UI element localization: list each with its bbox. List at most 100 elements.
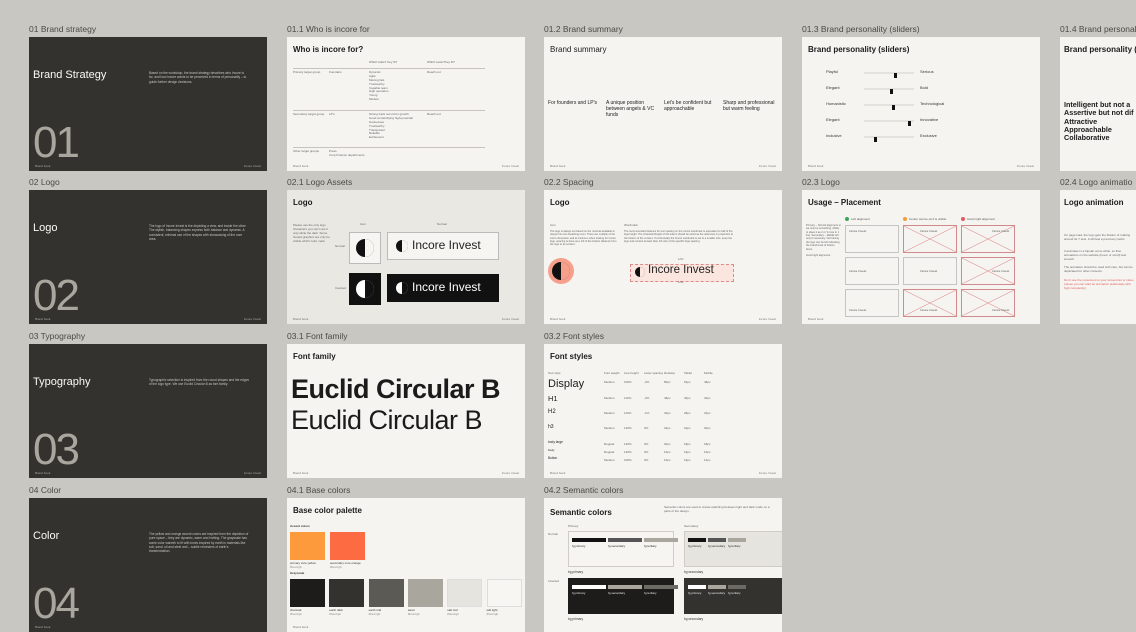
- slide-color-section[interactable]: Color The yellow and orange accent color…: [29, 498, 267, 632]
- slide-base-colors[interactable]: Base color palette Accent colors Graysca…: [287, 498, 525, 632]
- slider-handle[interactable]: [890, 89, 893, 94]
- logo-mark-icon: [396, 240, 408, 252]
- semantic-color-card[interactable]: fg primary fg secondary fg tertiary: [684, 531, 782, 567]
- table-row: body large: [548, 440, 563, 444]
- table-cell: 48px: [704, 380, 711, 384]
- color-bar: [644, 585, 678, 589]
- cross-icon: [961, 217, 965, 221]
- usage-description: Primary – Not left alignment or we only …: [806, 224, 842, 258]
- footer-right: Incore Invest: [758, 317, 776, 321]
- slide-label: 01.4 Brand personality (a: [1060, 24, 1136, 34]
- color-bar: [688, 585, 706, 589]
- slide-brand-personality-a[interactable]: Brand personality (a Intelligent but not…: [1060, 37, 1136, 171]
- column-header: Icon: [550, 223, 556, 227]
- fg-label: fg secondary: [608, 544, 626, 548]
- slider-right-label: Technological: [920, 101, 945, 106]
- slide-logo-animation[interactable]: Logo animation On page load, the logo ge…: [1060, 190, 1136, 324]
- slider-right-label: Serious: [920, 69, 934, 74]
- footer-left: Brand book: [550, 471, 566, 475]
- logo-wordmark-text: Incore Invest: [412, 238, 481, 252]
- fg-label: fg primary: [572, 591, 586, 595]
- logo-wordmark-normal[interactable]: Incore Invest: [387, 232, 499, 260]
- slide-title: Logo: [550, 198, 570, 207]
- personality-slider[interactable]: Playful Serious: [826, 69, 966, 78]
- column-header: Primary: [568, 524, 579, 528]
- footer-left: Brand book: [35, 317, 51, 321]
- animation-text: On page load, the logo gets the illusion…: [1064, 233, 1131, 241]
- table-cell: 0%: [644, 426, 649, 430]
- slide-logo-assets[interactable]: Logo Please use the only logo characters…: [287, 190, 525, 324]
- personality-slider[interactable]: Humanistic Technological: [826, 101, 966, 110]
- slide-label: 03.2 Font styles: [544, 331, 605, 341]
- semantic-color-card[interactable]: fg primary fg secondary fg tertiary: [568, 578, 678, 614]
- logo-mark-icon: [356, 280, 374, 298]
- semantic-color-card[interactable]: fg primary fg secondary fg tertiary: [568, 531, 678, 567]
- slider-handle[interactable]: [873, 137, 877, 142]
- fg-label: fg tertiary: [728, 591, 741, 595]
- swatch-value: #hex/rgb: [407, 612, 420, 616]
- target-group: Primary target group: [293, 70, 321, 74]
- table-row: body: [548, 448, 555, 452]
- logo-icon-normal[interactable]: [349, 232, 381, 264]
- table-cell: 16px: [684, 458, 691, 462]
- color-bar: [608, 585, 642, 589]
- table-cell: 120%: [624, 426, 632, 430]
- slider-handle[interactable]: [907, 121, 911, 126]
- table-cell: 22px: [684, 426, 691, 430]
- slider-right-label: Bold: [920, 85, 929, 90]
- color-swatch[interactable]: [330, 532, 365, 560]
- target-traits: Dynamic Agile Moving fast Trustworthy Ca…: [369, 70, 389, 102]
- footer-right: Incore Invest: [243, 164, 261, 168]
- slide-semantic-colors[interactable]: Semantic colors Semantic colors are used…: [544, 498, 782, 632]
- color-swatch[interactable]: [486, 579, 522, 607]
- logo-wordmark-inverted[interactable]: Incore Invest: [387, 274, 499, 302]
- spacing-dimension: 1/2x: [678, 280, 684, 284]
- divider: [293, 110, 485, 111]
- placement-example: Incore Invest: [961, 289, 1015, 317]
- slider-handle[interactable]: [891, 105, 895, 110]
- color-swatch[interactable]: [290, 532, 325, 560]
- slide-spacing[interactable]: Logo Icon Wordmark The logo is always se…: [544, 190, 782, 324]
- color-bar: [572, 538, 606, 542]
- color-swatch[interactable]: [329, 579, 365, 607]
- slide-brand-summary[interactable]: Brand summary For founders and LP's A un…: [544, 37, 782, 171]
- color-swatch[interactable]: [447, 579, 483, 607]
- row-label: Inverted: [548, 579, 559, 583]
- personality-slider[interactable]: Elegant Bold: [826, 85, 966, 94]
- color-bar: [708, 585, 726, 589]
- slider-handle[interactable]: [893, 73, 897, 78]
- slide-typography-section[interactable]: Typography Typographic selection is insp…: [29, 344, 267, 478]
- warning-icon: [903, 217, 907, 221]
- footer-right: Incore Invest: [501, 317, 519, 321]
- color-swatch[interactable]: [290, 579, 325, 607]
- footer-right: Incore Invest: [501, 471, 519, 475]
- logo-wordmark-text: Incore Invest: [648, 264, 714, 276]
- logo-wordmark-text: Incore Invest: [412, 280, 481, 294]
- animation-note: Don't use the movement to your screensho…: [1064, 278, 1134, 290]
- semantic-color-card[interactable]: fg primary fg secondary fg tertiary: [684, 578, 782, 614]
- summary-item: Let's be confident but approachable: [664, 100, 712, 112]
- footer-left: Brand book: [35, 164, 51, 168]
- slide-label: 01.3 Brand personality (sliders): [802, 24, 920, 34]
- table-cell: -2%: [644, 396, 650, 400]
- slide-logo-section[interactable]: Logo The logo of Incore Invest is the de…: [29, 190, 267, 324]
- table-header: Mobile: [704, 371, 713, 375]
- personality-slider[interactable]: Elegant Innovative: [826, 117, 966, 126]
- slider-left-label: Humanistic: [826, 101, 846, 106]
- slider-track: [864, 104, 914, 110]
- slide-who-is-incore-for[interactable]: Who is incore for? Which traits? Key fit…: [287, 37, 525, 171]
- slide-brand-personality-sliders[interactable]: Brand personality (sliders) Playful Serio…: [802, 37, 1040, 171]
- footer-left: Brand book: [293, 317, 309, 321]
- section-description: The logo of Incore Invest is the depicti…: [149, 224, 247, 241]
- personality-slider[interactable]: Inclusive Exclusive: [826, 133, 966, 142]
- placement-example: Incore Invest: [961, 257, 1015, 285]
- table-header: Font weight: [604, 371, 620, 375]
- mini-logo: Incore Invest: [849, 229, 867, 233]
- logo-icon-inverted[interactable]: [349, 273, 381, 305]
- slide-font-family[interactable]: Font family Euclid Circular B Euclid Cir…: [287, 344, 525, 478]
- color-swatch[interactable]: [368, 579, 404, 607]
- slide-brand-strategy[interactable]: Brand Strategy Based on the workshop, th…: [29, 37, 267, 171]
- slide-font-styles[interactable]: Font styles Brand book Incore Invest Tex…: [544, 344, 782, 478]
- slide-usage-placement[interactable]: Usage – Placement Primary – Not left ali…: [802, 190, 1040, 324]
- color-swatch[interactable]: [407, 579, 443, 607]
